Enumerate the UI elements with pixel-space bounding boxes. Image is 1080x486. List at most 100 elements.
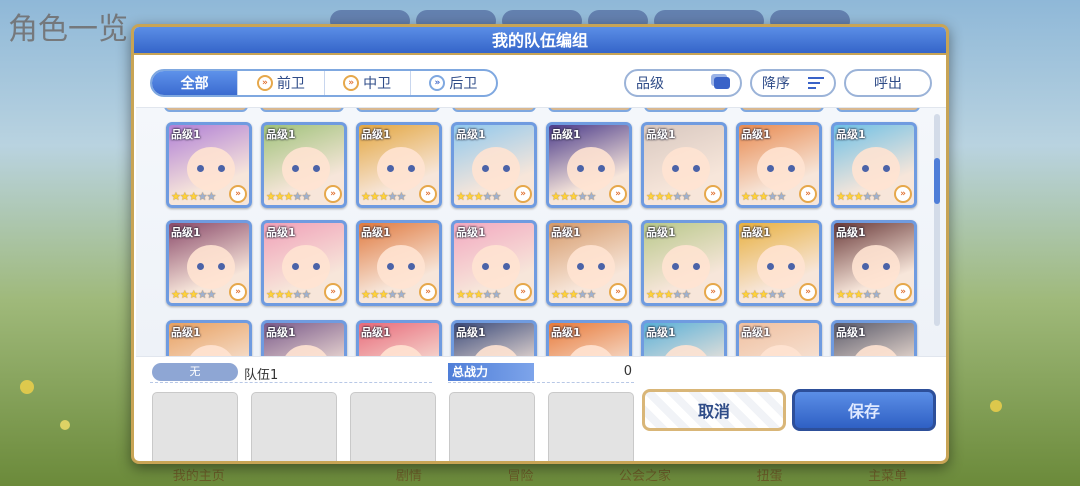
sort-order-button[interactable]: 降序 (750, 69, 836, 97)
character-card[interactable]: 品级1 (451, 320, 537, 356)
character-card[interactable]: 品级1 (546, 320, 632, 356)
position-icon: » (894, 185, 912, 203)
tab-middle[interactable]: » 中卫 (325, 71, 411, 95)
team-slot-empty[interactable] (548, 392, 634, 461)
card-grade-label: 品级1 (741, 326, 771, 339)
tab-middle-label: 中卫 (363, 76, 392, 92)
tab-front[interactable]: » 前卫 (238, 71, 325, 95)
portrait-eyes (482, 263, 510, 270)
portrait-eyes (862, 263, 890, 270)
bottom-nav-item: 主菜单 (868, 468, 908, 484)
sort-key-button[interactable]: 品级 (624, 69, 742, 97)
sort-order-label: 降序 (762, 76, 790, 92)
position-icon: » (229, 283, 247, 301)
position-icon: » (894, 283, 912, 301)
star-rating-icon: ★★★★★ (266, 288, 311, 301)
portrait-eyes (767, 165, 795, 172)
portrait-eyes (197, 263, 225, 270)
character-card[interactable]: 品级1 ★★★★★ » (261, 122, 347, 208)
character-card[interactable]: 品级1 ★★★★★ » (261, 220, 347, 306)
card-grade-label: 品级1 (456, 128, 486, 141)
star-rating-icon: ★★★★★ (646, 288, 691, 301)
portrait-eyes (292, 165, 320, 172)
card-grade-label: 品级1 (551, 326, 581, 339)
previous-row-peek (164, 108, 920, 112)
character-card[interactable]: 品级1 ★★★★★ » (356, 220, 442, 306)
character-card[interactable]: 品级1 ★★★★★ » (166, 220, 252, 306)
character-card[interactable]: 品级1 ★★★★★ » (831, 220, 917, 306)
star-rating-icon: ★★★★★ (361, 288, 406, 301)
team-formation-dialog: 我的队伍编组 全部 » 前卫 » 中卫 » 后卫 品级 降序 呼出 品级1 ★★… (131, 24, 949, 464)
portrait-eyes (577, 165, 605, 172)
card-grade-label: 品级1 (646, 326, 676, 339)
team-slot-empty[interactable] (350, 392, 436, 461)
portrait-eyes (387, 263, 415, 270)
descending-sort-icon (808, 77, 824, 89)
character-card[interactable]: 品级1 ★★★★★ » (546, 122, 632, 208)
background-flower (60, 420, 70, 430)
character-card[interactable]: 品级1 ★★★★★ » (451, 122, 537, 208)
save-button[interactable]: 保存 (792, 389, 936, 431)
portrait-eyes (672, 263, 700, 270)
tab-all-label: 全部 (180, 76, 209, 92)
tab-back[interactable]: » 后卫 (411, 71, 496, 95)
star-rating-icon: ★★★★★ (741, 190, 786, 203)
character-card[interactable]: 品级1 ★★★★★ » (546, 220, 632, 306)
character-card[interactable]: 品级1 (736, 320, 822, 356)
character-card[interactable]: 品级1 ★★★★★ » (356, 122, 442, 208)
character-card[interactable]: 品级1 ★★★★★ » (831, 122, 917, 208)
character-portrait (567, 345, 615, 356)
bottom-nav-item: 我的主页 (172, 468, 225, 484)
call-button[interactable]: 呼出 (844, 69, 932, 97)
team-slot-empty[interactable] (449, 392, 535, 461)
character-card[interactable]: 品级1 ★★★★★ » (451, 220, 537, 306)
tab-all[interactable]: 全部 (152, 71, 239, 95)
team-badge: 无 (152, 363, 238, 381)
card-grade-label: 品级1 (741, 128, 771, 141)
card-grade-label: 品级1 (171, 326, 201, 339)
position-icon: » (704, 283, 722, 301)
character-card[interactable]: 品级1 ★★★★★ » (736, 122, 822, 208)
card-grade-label: 品级1 (836, 326, 866, 339)
character-card[interactable]: 品级1 (166, 320, 252, 356)
card-grade-label: 品级1 (551, 128, 581, 141)
background-bottom-nav: 我的主页 剧情 冒险 公会之家 扭蛋 主菜单 (130, 462, 950, 486)
filter-toolbar: 全部 » 前卫 » 中卫 » 后卫 品级 降序 呼出 (150, 67, 932, 97)
team-slot-empty[interactable] (251, 392, 337, 461)
card-grade-label: 品级1 (646, 226, 676, 239)
card-grade-label: 品级1 (836, 128, 866, 141)
character-card[interactable]: 品级1 (356, 320, 442, 356)
total-power-bar: 总战力 0 (448, 363, 634, 383)
card-grade-label: 品级1 (456, 326, 486, 339)
character-card[interactable]: 品级1 (261, 320, 347, 356)
background-title: 角色一览 (8, 12, 128, 47)
character-portrait (472, 345, 520, 356)
character-card[interactable]: 品级1 ★★★★★ » (641, 122, 727, 208)
scrollbar-thumb[interactable] (934, 158, 940, 204)
star-rating-icon: ★★★★★ (456, 288, 501, 301)
character-card[interactable]: 品级1 ★★★★★ » (736, 220, 822, 306)
character-portrait (377, 345, 425, 356)
position-icon: » (419, 283, 437, 301)
total-power-label: 总战力 (448, 363, 534, 381)
cancel-button[interactable]: 取消 (642, 389, 786, 431)
character-portrait (757, 345, 805, 356)
portrait-eyes (862, 165, 890, 172)
character-card[interactable]: 品级1 (831, 320, 917, 356)
character-card[interactable]: 品级1 ★★★★★ » (641, 220, 727, 306)
position-filter-tabs: 全部 » 前卫 » 中卫 » 后卫 (150, 69, 498, 97)
portrait-eyes (767, 263, 795, 270)
card-grade-label: 品级1 (266, 128, 296, 141)
team-slot-empty[interactable] (152, 392, 238, 461)
grid-scrollbar[interactable] (934, 114, 940, 326)
character-portrait (662, 345, 710, 356)
team-name: 队伍1 (244, 368, 279, 383)
star-rating-icon: ★★★★★ (646, 190, 691, 203)
character-card[interactable]: 品级1 ★★★★★ » (166, 122, 252, 208)
tab-front-label: 前卫 (276, 76, 305, 92)
position-icon: » (419, 185, 437, 203)
call-label: 呼出 (874, 76, 902, 92)
character-card[interactable]: 品级1 (641, 320, 727, 356)
card-grade-label: 品级1 (171, 128, 201, 141)
star-rating-icon: ★★★★★ (171, 288, 216, 301)
